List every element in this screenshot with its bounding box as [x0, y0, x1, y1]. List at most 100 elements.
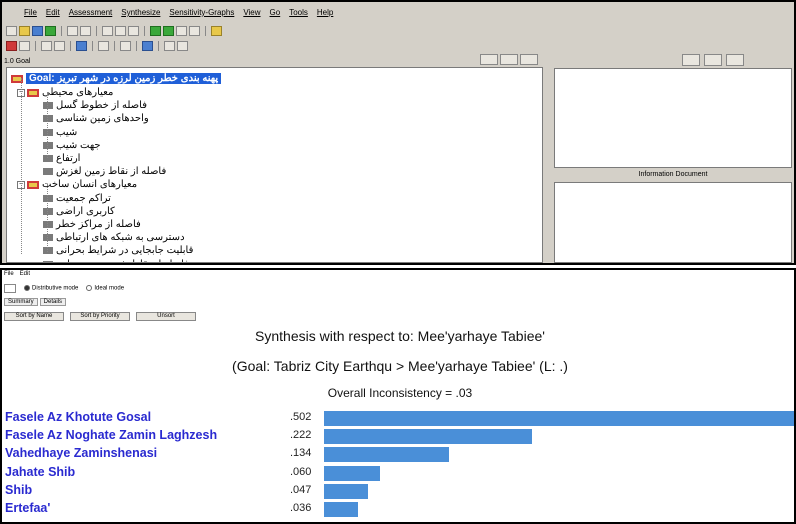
menu-assessment[interactable]: Assessment [69, 8, 113, 22]
tab-summary[interactable]: Summary [4, 298, 38, 306]
funnel-icon[interactable] [142, 40, 153, 51]
node-info-panel[interactable] [554, 68, 792, 168]
grid-icon[interactable] [177, 40, 188, 51]
menu-tools[interactable]: Tools [289, 8, 308, 22]
check-icon[interactable] [45, 25, 56, 36]
chart-icon[interactable] [76, 40, 87, 51]
priority-view-icon[interactable] [500, 54, 518, 65]
tree-connector-line [47, 92, 48, 158]
open-file-icon[interactable] [19, 25, 30, 36]
add-node-icon[interactable] [150, 25, 161, 36]
priority-bar [324, 447, 450, 463]
priority-bar [324, 429, 532, 445]
cut-icon[interactable] [102, 25, 113, 36]
menu-sensitivity-graphs[interactable]: Sensitivity-Graphs [169, 8, 234, 22]
category-label: Jahate Shib [5, 464, 76, 479]
tree-leaf-node[interactable]: قابلیت جابجایی در شرایط بحرانی [43, 244, 193, 257]
sort-by-priority-button[interactable]: Sort by Priority [70, 312, 130, 321]
criteria-group-icon [27, 180, 39, 189]
menu-view[interactable]: View [243, 8, 260, 22]
leaf-node-icon [43, 155, 53, 162]
inconsistency-text: Overall Inconsistency = .03 [327, 386, 473, 400]
format-icon[interactable] [164, 40, 175, 51]
synthesis-window: File Edit Distributive mode Ideal mode S… [0, 268, 796, 524]
tree-leaf-node[interactable]: ارتفاع [43, 152, 80, 165]
cursor-icon[interactable] [4, 284, 16, 293]
tree-node-label: شیب [56, 126, 78, 138]
tree-leaf-node[interactable]: واحدهای زمین شناسی [43, 112, 149, 125]
key-icon[interactable] [211, 25, 222, 36]
font-smaller-icon[interactable] [704, 54, 722, 66]
tree-node-label: ارتفاع [56, 153, 81, 164]
paste-icon[interactable] [128, 25, 139, 36]
tree-node-label: فاصله از خطوط گسل [56, 100, 147, 112]
model-window: File Edit Assessment Synthesize Sensitivity-… [0, 0, 796, 265]
menu-file[interactable]: File [4, 271, 14, 277]
menu-edit[interactable]: Edit [46, 8, 60, 22]
new-file-icon[interactable] [6, 25, 17, 36]
category-label: Shib [5, 482, 33, 497]
tree-group-node[interactable]: − معیارهای محیطی [17, 86, 113, 99]
font-icon[interactable] [189, 25, 200, 36]
distributive-mode-option[interactable]: Distributive mode [24, 285, 78, 292]
numeric-icon[interactable] [19, 40, 30, 51]
goal-label[interactable]: Goal: پهنه بندی خطر زمین لرزه در شهر تبر… [26, 73, 222, 84]
sort-by-name-button[interactable]: Sort by Name [4, 312, 64, 321]
pairwise-icon[interactable] [6, 40, 17, 51]
tree-leaf-node[interactable]: دسترسی به شبکه های ارتباطی [43, 231, 185, 244]
tree-node-label: جهت شیب [56, 139, 101, 151]
info-document-label: Information Document [638, 171, 708, 178]
edit-document-icon[interactable] [726, 54, 744, 66]
synthesis-subtitle: (Goal: Tabriz City Earthqu > Mee'yarhaye… [232, 358, 568, 374]
sort-icon[interactable] [98, 40, 109, 51]
tree-leaf-node[interactable]: شیب [43, 126, 77, 139]
font-larger-icon[interactable] [682, 54, 700, 66]
up-arrow-icon[interactable] [176, 25, 187, 36]
leaf-node-icon [43, 102, 53, 110]
view-tabs: Summary Details [4, 298, 67, 306]
menu-edit[interactable]: Edit [20, 271, 30, 277]
tree-view-icon[interactable] [480, 54, 498, 65]
tree-leaf-node[interactable]: فاصله از نقاط زمین لغزش [43, 165, 166, 178]
tree-leaf-node[interactable]: کاربری اراضی [43, 205, 115, 218]
tree-leaf-node[interactable]: فاصله از مراکز خطر [43, 218, 141, 231]
tree-node-label: فاصله از نقاط شهری و روستایی [56, 259, 189, 262]
tree-leaf-node[interactable]: فاصله از خطوط گسل [43, 99, 147, 112]
preview-icon[interactable] [80, 25, 91, 36]
tree-group-node[interactable]: − معیارهای انسان ساخت [17, 178, 137, 191]
add-sibling-icon[interactable] [163, 25, 174, 36]
bar-view-icon[interactable] [520, 54, 538, 65]
tree-panel-toolbar [480, 54, 538, 65]
tree-node-label: تراکم جمعیت [56, 192, 111, 204]
menu-file[interactable]: File [24, 8, 37, 22]
leaf-node-icon [43, 247, 53, 255]
hierarchy-tree[interactable]: Goal: پهنه بندی خطر زمین لرزه در شهر تبر… [6, 67, 543, 263]
leaf-node-icon [43, 168, 53, 176]
leaf-node-icon [43, 141, 53, 149]
info-document-panel[interactable] [554, 182, 792, 263]
menu-synthesize[interactable]: Synthesize [121, 8, 160, 22]
category-label: Vahedhaye Zaminshenasi [5, 446, 158, 461]
ideal-mode-option[interactable]: Ideal mode [86, 285, 124, 292]
tab-details[interactable]: Details [39, 298, 67, 306]
copy-icon[interactable] [115, 25, 126, 36]
sort-buttons: Sort by Name Sort by Priority Unsort [4, 312, 196, 321]
value-label: .047 [290, 483, 312, 496]
leaf-node-icon [43, 260, 53, 262]
tree-leaf-node[interactable]: جهت شیب [43, 139, 101, 152]
leaf-node-icon [43, 207, 53, 215]
verbal-icon[interactable] [41, 40, 52, 51]
priority-bar [324, 411, 794, 426]
menu-help[interactable]: Help [317, 8, 333, 22]
tree-leaf-node[interactable]: تراکم جمعیت [43, 192, 111, 205]
menu-go[interactable]: Go [270, 8, 281, 22]
tree-leaf-node[interactable]: فاصله از نقاط شهری و روستایی [43, 258, 189, 262]
tree-node-label: کاربری اراضی [56, 205, 115, 217]
save-icon[interactable] [32, 25, 43, 36]
goal-node[interactable]: Goal: پهنه بندی خطر زمین لرزه در شهر تبر… [11, 72, 222, 85]
unsort-button[interactable]: Unsort [136, 312, 196, 321]
filter-icon[interactable] [120, 40, 131, 51]
synthesis-title: Synthesis with respect to: Mee'yarhaye T… [255, 328, 545, 344]
graphic-icon[interactable] [54, 40, 65, 51]
print-icon[interactable] [67, 25, 78, 36]
